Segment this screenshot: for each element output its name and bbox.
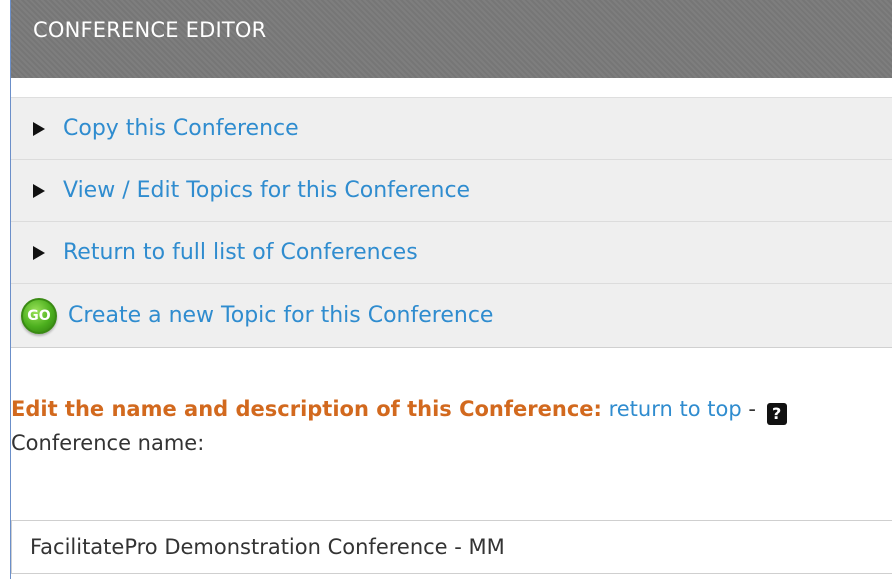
edit-conference-section: Edit the name and description of this Co… xyxy=(11,392,892,460)
section-title: Edit the name and description of this Co… xyxy=(11,397,602,421)
panel-header: CONFERENCE EDITOR xyxy=(11,0,892,78)
nav-item-copy-conference[interactable]: Copy this Conference xyxy=(11,98,892,160)
panel-title: CONFERENCE EDITOR xyxy=(33,18,267,42)
separator: - xyxy=(748,397,756,421)
help-icon[interactable]: ? xyxy=(766,403,787,425)
conference-name-input[interactable] xyxy=(11,520,892,574)
section-heading-line: Edit the name and description of this Co… xyxy=(11,392,892,426)
play-arrow-icon xyxy=(33,183,45,198)
go-icon[interactable]: GO xyxy=(21,297,57,334)
play-arrow-icon xyxy=(33,245,45,260)
play-arrow-icon xyxy=(33,121,45,136)
copy-conference-link[interactable]: Copy this Conference xyxy=(63,116,299,141)
conference-name-label: Conference name: xyxy=(11,431,205,455)
return-to-list-link[interactable]: Return to full list of Conferences xyxy=(63,240,418,265)
conference-editor-panel: CONFERENCE EDITOR Copy this Conference V… xyxy=(10,0,892,579)
nav-item-create-topic[interactable]: GO Create a new Topic for this Conferenc… xyxy=(11,284,892,348)
view-edit-topics-link[interactable]: View / Edit Topics for this Conference xyxy=(63,178,470,203)
create-topic-link[interactable]: Create a new Topic for this Conference xyxy=(68,303,493,328)
return-to-top-link[interactable]: return to top xyxy=(609,397,742,421)
nav-item-return-to-list[interactable]: Return to full list of Conferences xyxy=(11,222,892,284)
action-menu: Copy this Conference View / Edit Topics … xyxy=(11,97,892,348)
nav-item-view-edit-topics[interactable]: View / Edit Topics for this Conference xyxy=(11,160,892,222)
